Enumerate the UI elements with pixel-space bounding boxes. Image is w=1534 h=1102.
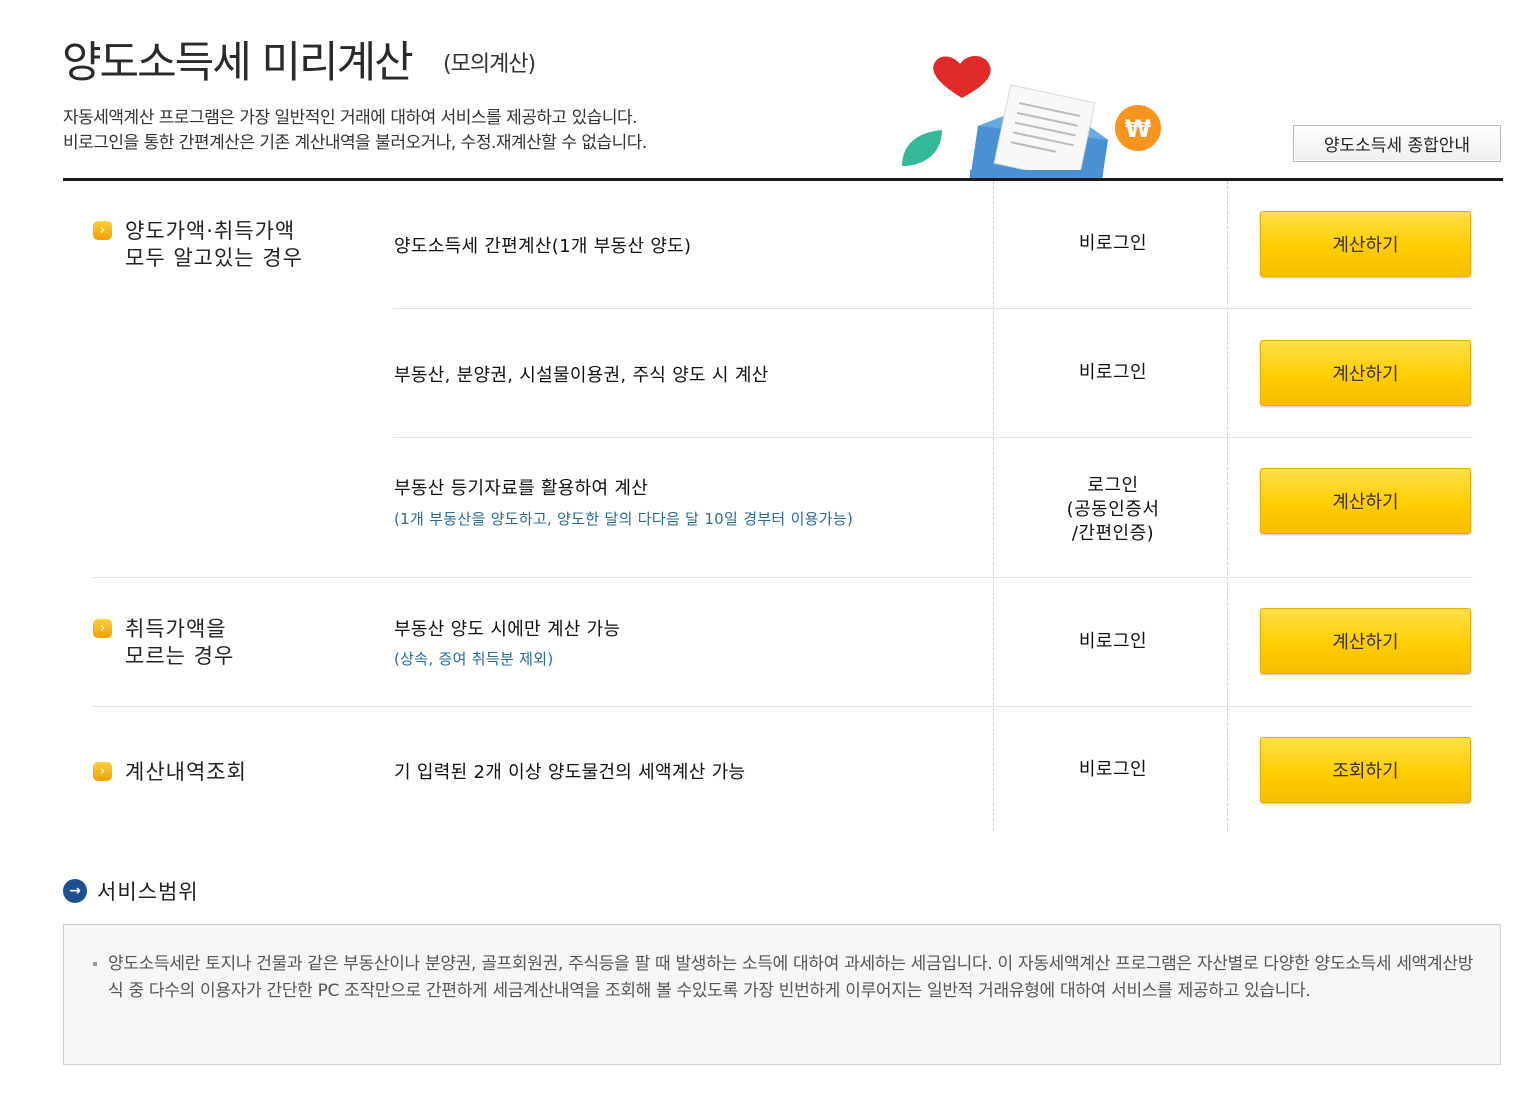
bullet-square-icon [93, 962, 97, 966]
login-type: 비로그인 [1078, 759, 1148, 780]
row-note: (상속, 증여 취득분 제외) [394, 650, 554, 668]
column-divider [993, 181, 994, 831]
column-divider [1227, 181, 1228, 831]
service-scope-title: 서비스범위 [97, 880, 199, 904]
login-type: 로그인 (공동인증서 /간편인증) [1066, 475, 1160, 544]
calculate-button[interactable]: 계산하기 [1260, 211, 1471, 277]
calculate-button[interactable]: 계산하기 [1260, 340, 1471, 406]
calculate-button[interactable]: 계산하기 [1260, 608, 1471, 674]
row-title: 부동산, 분양권, 시설물이용권, 주식 양도 시 계산 [394, 365, 769, 386]
chevron-right-icon: › [93, 221, 112, 240]
svg-text:₩: ₩ [1125, 115, 1152, 143]
category-label: 취득가액을 모르는 경우 [125, 617, 235, 668]
envelope-illustration-icon: ₩ [902, 55, 1161, 180]
category-label: 계산내역조회 [125, 760, 247, 784]
chevron-right-icon: › [93, 762, 112, 781]
page-description: 자동세액계산 프로그램은 가장 일반적인 거래에 대하여 서비스를 제공하고 있… [63, 106, 647, 156]
header-divider [63, 178, 1503, 181]
row-note: (1개 부동산을 양도하고, 양도한 달의 다다음 달 10일 경부터 이용가능… [394, 510, 854, 528]
leaf-icon [902, 130, 942, 166]
inquiry-button[interactable]: 조회하기 [1260, 737, 1471, 803]
arrow-right-circle-icon: → [63, 879, 87, 903]
login-type: 비로그인 [1078, 233, 1148, 254]
row-divider [93, 706, 1473, 707]
row-divider [393, 437, 1473, 438]
login-type: 비로그인 [1078, 631, 1148, 652]
row-title: 부동산 등기자료를 활용하여 계산 [394, 478, 649, 499]
row-title: 양도소득세 간편계산(1개 부동산 양도) [394, 236, 692, 257]
calculate-button[interactable]: 계산하기 [1260, 468, 1471, 534]
row-divider [393, 308, 1473, 309]
row-divider [93, 577, 1473, 578]
row-title: 부동산 양도 시에만 계산 가능 [394, 619, 621, 640]
page-title: 양도소득세 미리계산 [62, 38, 414, 88]
heart-icon [933, 55, 991, 98]
description-line: 비로그인을 통한 간편계산은 기존 계산내역을 불러오거나, 수정.재계산할 수… [63, 133, 647, 153]
page-subtitle: (모의계산) [443, 52, 536, 77]
category-label: 양도가액·취득가액 모두 알고있는 경우 [125, 219, 303, 270]
letter-paper-icon [993, 84, 1096, 180]
service-scope-box: 양도소득세란 토지나 건물과 같은 부동산이나 분양권, 골프회원권, 주식등을… [63, 924, 1501, 1065]
login-type: 비로그인 [1078, 362, 1148, 383]
tax-guide-button[interactable]: 양도소득세 종합안내 [1293, 125, 1501, 162]
service-scope-text: 양도소득세란 토지나 건물과 같은 부동산이나 분양권, 골프회원권, 주식등을… [108, 954, 1474, 1001]
description-line: 자동세액계산 프로그램은 가장 일반적인 거래에 대하여 서비스를 제공하고 있… [63, 108, 638, 128]
chevron-right-icon: › [93, 619, 112, 638]
row-title: 기 입력된 2개 이상 양도물건의 세액계산 가능 [394, 762, 746, 783]
